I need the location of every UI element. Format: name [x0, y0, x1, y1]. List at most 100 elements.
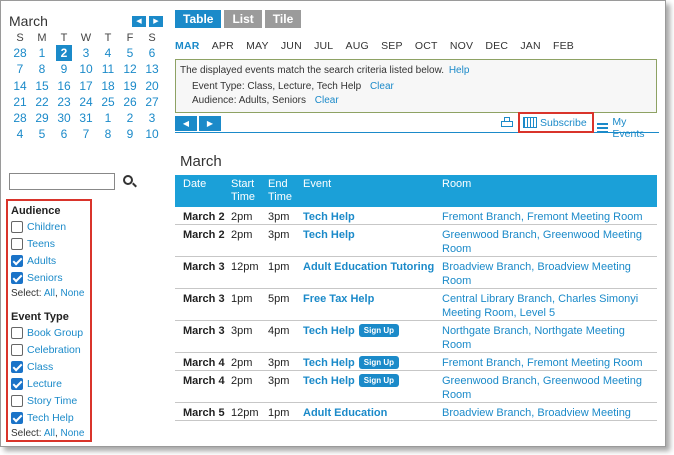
- filter-option[interactable]: Teens: [11, 235, 87, 252]
- calendar-day[interactable]: 30: [53, 110, 75, 126]
- event-title-link[interactable]: Tech Help: [303, 357, 355, 369]
- room-link[interactable]: Broadview Branch, Broadview Meeting: [442, 407, 631, 419]
- event-title-link[interactable]: Adult Education Tutoring: [303, 261, 434, 273]
- calendar-day[interactable]: 9: [53, 61, 75, 77]
- tab-list[interactable]: List: [224, 10, 262, 28]
- audience-select-all-link[interactable]: All: [44, 288, 55, 299]
- calendar-day[interactable]: 8: [97, 126, 119, 142]
- filter-option[interactable]: Adults: [11, 252, 87, 269]
- room-link[interactable]: Broadview Branch, Broadview Meeting Room: [442, 261, 631, 287]
- filter-option[interactable]: Children: [11, 218, 87, 235]
- calendar-day[interactable]: 6: [141, 45, 163, 61]
- filter-option[interactable]: Book Group: [11, 324, 87, 341]
- calendar-day[interactable]: 15: [31, 78, 53, 94]
- calendar-day[interactable]: 7: [75, 126, 97, 142]
- event-type-select-none-link[interactable]: None: [61, 428, 85, 439]
- month-link-jun[interactable]: JUN: [281, 40, 302, 52]
- checkbox[interactable]: [11, 343, 23, 356]
- filter-option-label[interactable]: Book Group: [27, 327, 83, 339]
- event-title-link[interactable]: Tech Help: [303, 211, 355, 223]
- filter-option[interactable]: Tech Help: [11, 409, 87, 426]
- calendar-day[interactable]: 20: [141, 78, 163, 94]
- room-link[interactable]: Central Library Branch, Charles Simonyi …: [442, 293, 638, 319]
- event-title-link[interactable]: Adult Education: [303, 407, 387, 419]
- checkbox[interactable]: [11, 377, 23, 390]
- calendar-day[interactable]: 5: [31, 126, 53, 142]
- subscribe-button[interactable]: Subscribe: [518, 112, 594, 133]
- calendar-day[interactable]: 6: [53, 126, 75, 142]
- listing-next-button[interactable]: ▶: [199, 116, 221, 131]
- calendar-day[interactable]: 1: [31, 45, 53, 61]
- sign-up-button[interactable]: Sign Up: [358, 374, 399, 387]
- calendar-day[interactable]: 28: [9, 110, 31, 126]
- calendar-day[interactable]: 3: [141, 110, 163, 126]
- calendar-day[interactable]: 27: [141, 94, 163, 110]
- calendar-day[interactable]: 11: [97, 61, 119, 77]
- checkbox[interactable]: [11, 394, 23, 407]
- audience-select-none-link[interactable]: None: [61, 288, 85, 299]
- calendar-day[interactable]: 21: [9, 94, 31, 110]
- filter-option-label[interactable]: Class: [27, 361, 53, 373]
- criteria-event-type-clear-link[interactable]: Clear: [370, 81, 394, 92]
- calendar-day[interactable]: 3: [75, 45, 97, 61]
- calendar-day[interactable]: 18: [97, 78, 119, 94]
- sign-up-button[interactable]: Sign Up: [358, 356, 399, 369]
- room-link[interactable]: Greenwood Branch, Greenwood Meeting Room: [442, 229, 642, 255]
- month-link-dec[interactable]: DEC: [485, 40, 508, 52]
- checkbox[interactable]: [11, 271, 23, 284]
- month-link-oct[interactable]: OCT: [415, 40, 438, 52]
- month-link-aug[interactable]: AUG: [346, 40, 369, 52]
- checkbox[interactable]: [11, 411, 23, 424]
- calendar-day-today[interactable]: 2: [56, 45, 72, 62]
- filter-option[interactable]: Lecture: [11, 375, 87, 392]
- filter-option[interactable]: Seniors: [11, 269, 87, 286]
- event-title-link[interactable]: Tech Help: [303, 325, 355, 337]
- calendar-day[interactable]: 19: [119, 78, 141, 94]
- my-events-button[interactable]: My Events: [597, 116, 659, 140]
- filter-option[interactable]: Class: [11, 358, 87, 375]
- calendar-day[interactable]: 4: [97, 45, 119, 61]
- room-link[interactable]: Fremont Branch, Fremont Meeting Room: [442, 211, 643, 223]
- calendar-day[interactable]: 2: [119, 110, 141, 126]
- calendar-day[interactable]: 23: [53, 94, 75, 110]
- filter-option-label[interactable]: Seniors: [27, 272, 63, 284]
- filter-option-label[interactable]: Story Time: [27, 395, 77, 407]
- calendar-day[interactable]: 4: [9, 126, 31, 142]
- calendar-day[interactable]: 8: [31, 61, 53, 77]
- checkbox[interactable]: [11, 237, 23, 250]
- criteria-audience-clear-link[interactable]: Clear: [315, 95, 339, 106]
- filter-option[interactable]: Story Time: [11, 392, 87, 409]
- calendar-prev-button[interactable]: ◀: [132, 15, 146, 27]
- filter-option-label[interactable]: Lecture: [27, 378, 62, 390]
- sign-up-button[interactable]: Sign Up: [358, 324, 399, 337]
- checkbox[interactable]: [11, 220, 23, 233]
- filter-option-label[interactable]: Children: [27, 221, 66, 233]
- calendar-day[interactable]: 10: [141, 126, 163, 142]
- filter-option[interactable]: Celebration: [11, 341, 87, 358]
- calendar-day[interactable]: 25: [97, 94, 119, 110]
- search-icon[interactable]: [123, 174, 137, 189]
- calendar-day[interactable]: 24: [75, 94, 97, 110]
- room-link[interactable]: Fremont Branch, Fremont Meeting Room: [442, 357, 643, 369]
- event-type-select-all-link[interactable]: All: [44, 428, 55, 439]
- month-link-apr[interactable]: APR: [212, 40, 234, 52]
- calendar-day[interactable]: 14: [9, 78, 31, 94]
- month-link-mar[interactable]: MAR: [175, 40, 200, 52]
- print-icon[interactable]: [501, 117, 513, 129]
- month-link-jan[interactable]: JAN: [520, 40, 540, 52]
- calendar-day[interactable]: 10: [75, 61, 97, 77]
- calendar-day[interactable]: 1: [97, 110, 119, 126]
- month-link-nov[interactable]: NOV: [450, 40, 473, 52]
- event-title-link[interactable]: Tech Help: [303, 375, 355, 387]
- event-title-link[interactable]: Free Tax Help: [303, 293, 374, 305]
- calendar-day[interactable]: 9: [119, 126, 141, 142]
- calendar-day[interactable]: 13: [141, 61, 163, 77]
- calendar-day[interactable]: 5: [119, 45, 141, 61]
- search-input[interactable]: [9, 173, 115, 190]
- tab-tile[interactable]: Tile: [264, 10, 302, 28]
- month-link-feb[interactable]: FEB: [553, 40, 574, 52]
- calendar-day[interactable]: 12: [119, 61, 141, 77]
- calendar-next-button[interactable]: ▶: [149, 15, 163, 27]
- event-title-link[interactable]: Tech Help: [303, 229, 355, 241]
- month-link-sep[interactable]: SEP: [381, 40, 403, 52]
